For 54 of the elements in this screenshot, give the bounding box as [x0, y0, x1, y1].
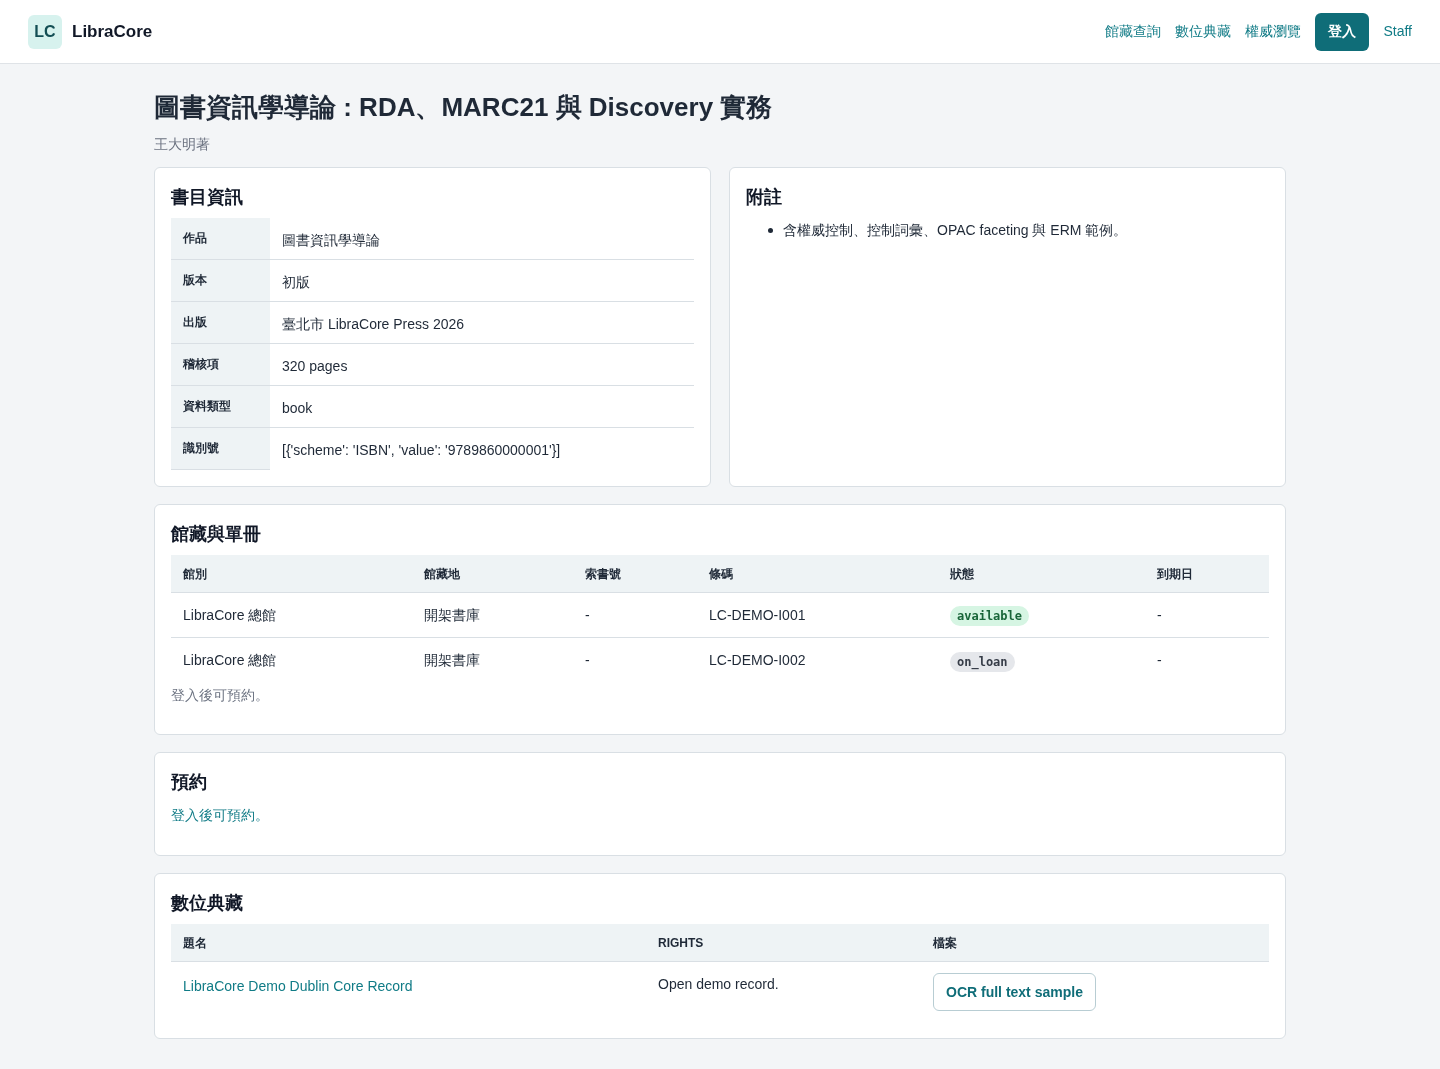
nav-link[interactable]: Staff [1383, 21, 1412, 42]
table-cell-text: LC-DEMO-I002 [708, 651, 807, 670]
column-header: 到期日 [1156, 565, 1194, 583]
field-label: 稽核項 [171, 344, 270, 386]
record-title: 圖書資訊學導論 : RDA、MARC21 與 Discovery 實務 [154, 91, 774, 124]
field-label: 版本 [171, 260, 270, 302]
note-text: 含權威控制、控制詞彙、OPAC faceting 與 ERM 範例。 [783, 221, 1128, 240]
table-cell-text: Open demo record. [657, 975, 780, 994]
nav-link[interactable]: 數位典藏 [1175, 21, 1232, 42]
field-label: 出版 [171, 302, 270, 344]
table-cell-text: - [1156, 605, 1163, 625]
column-header: 狀態 [949, 565, 975, 583]
column-header: RIGHTS [657, 934, 705, 952]
status-badge: available [950, 606, 1030, 626]
field-value: 圖書資訊學導論 [270, 218, 694, 260]
section-heading: 數位典藏 [171, 892, 244, 915]
author-text: 王大明著 [154, 135, 211, 154]
table-cell-text: - [584, 651, 591, 670]
field-value: 臺北市 LibraCore Press 2026 [270, 302, 694, 344]
table-cell-text: - [1156, 651, 1163, 670]
bullet-icon [768, 227, 773, 233]
holdings-note: 登入後可預約。 [171, 686, 270, 705]
table-cell-text: LC-DEMO-I001 [708, 605, 807, 625]
section-heading: 預約 [171, 771, 208, 794]
column-header: 題名 [182, 934, 208, 952]
column-header: 索書號 [584, 565, 622, 583]
table-cell-text: 開架書庫 [423, 605, 481, 625]
section-heading: 書目資訊 [171, 186, 244, 209]
nav-link[interactable]: 館藏查詢 [1105, 21, 1162, 42]
file-button[interactable]: OCR full text sample [933, 973, 1096, 1011]
table-cell-text: 開架書庫 [423, 651, 481, 670]
column-header: 館別 [182, 565, 208, 583]
field-label: 識別號 [171, 428, 270, 470]
nav-link[interactable]: 權威瀏覽 [1245, 21, 1302, 42]
section-heading: 館藏與單冊 [171, 523, 262, 546]
field-value: book [270, 386, 694, 428]
field-value: 初版 [270, 260, 694, 302]
logo-tile[interactable]: LC [28, 14, 62, 49]
field-label: 作品 [171, 218, 270, 260]
field-value: [{'scheme': 'ISBN', 'value': '9789860000001'}] [281, 441, 562, 460]
login-button[interactable]: 登入 [1315, 12, 1370, 51]
brand-name[interactable]: LibraCore [72, 18, 153, 45]
status-badge: on_loan [950, 651, 1015, 672]
column-header: 館藏地 [423, 565, 461, 583]
reservation-link[interactable]: 登入後可預約。 [171, 807, 269, 823]
field-value: 320 pages [270, 344, 694, 386]
table-cell-text: LibraCore 總館 [182, 605, 278, 625]
table-cell-text: LibraCore 總館 [182, 651, 278, 670]
column-header: 條碼 [708, 565, 734, 583]
field-label: 資料類型 [171, 386, 270, 428]
record-link[interactable]: LibraCore Demo Dublin Core Record [183, 978, 413, 994]
section-heading: 附註 [746, 186, 783, 209]
column-header: 檔案 [932, 934, 958, 952]
table-cell-text: - [584, 605, 591, 625]
